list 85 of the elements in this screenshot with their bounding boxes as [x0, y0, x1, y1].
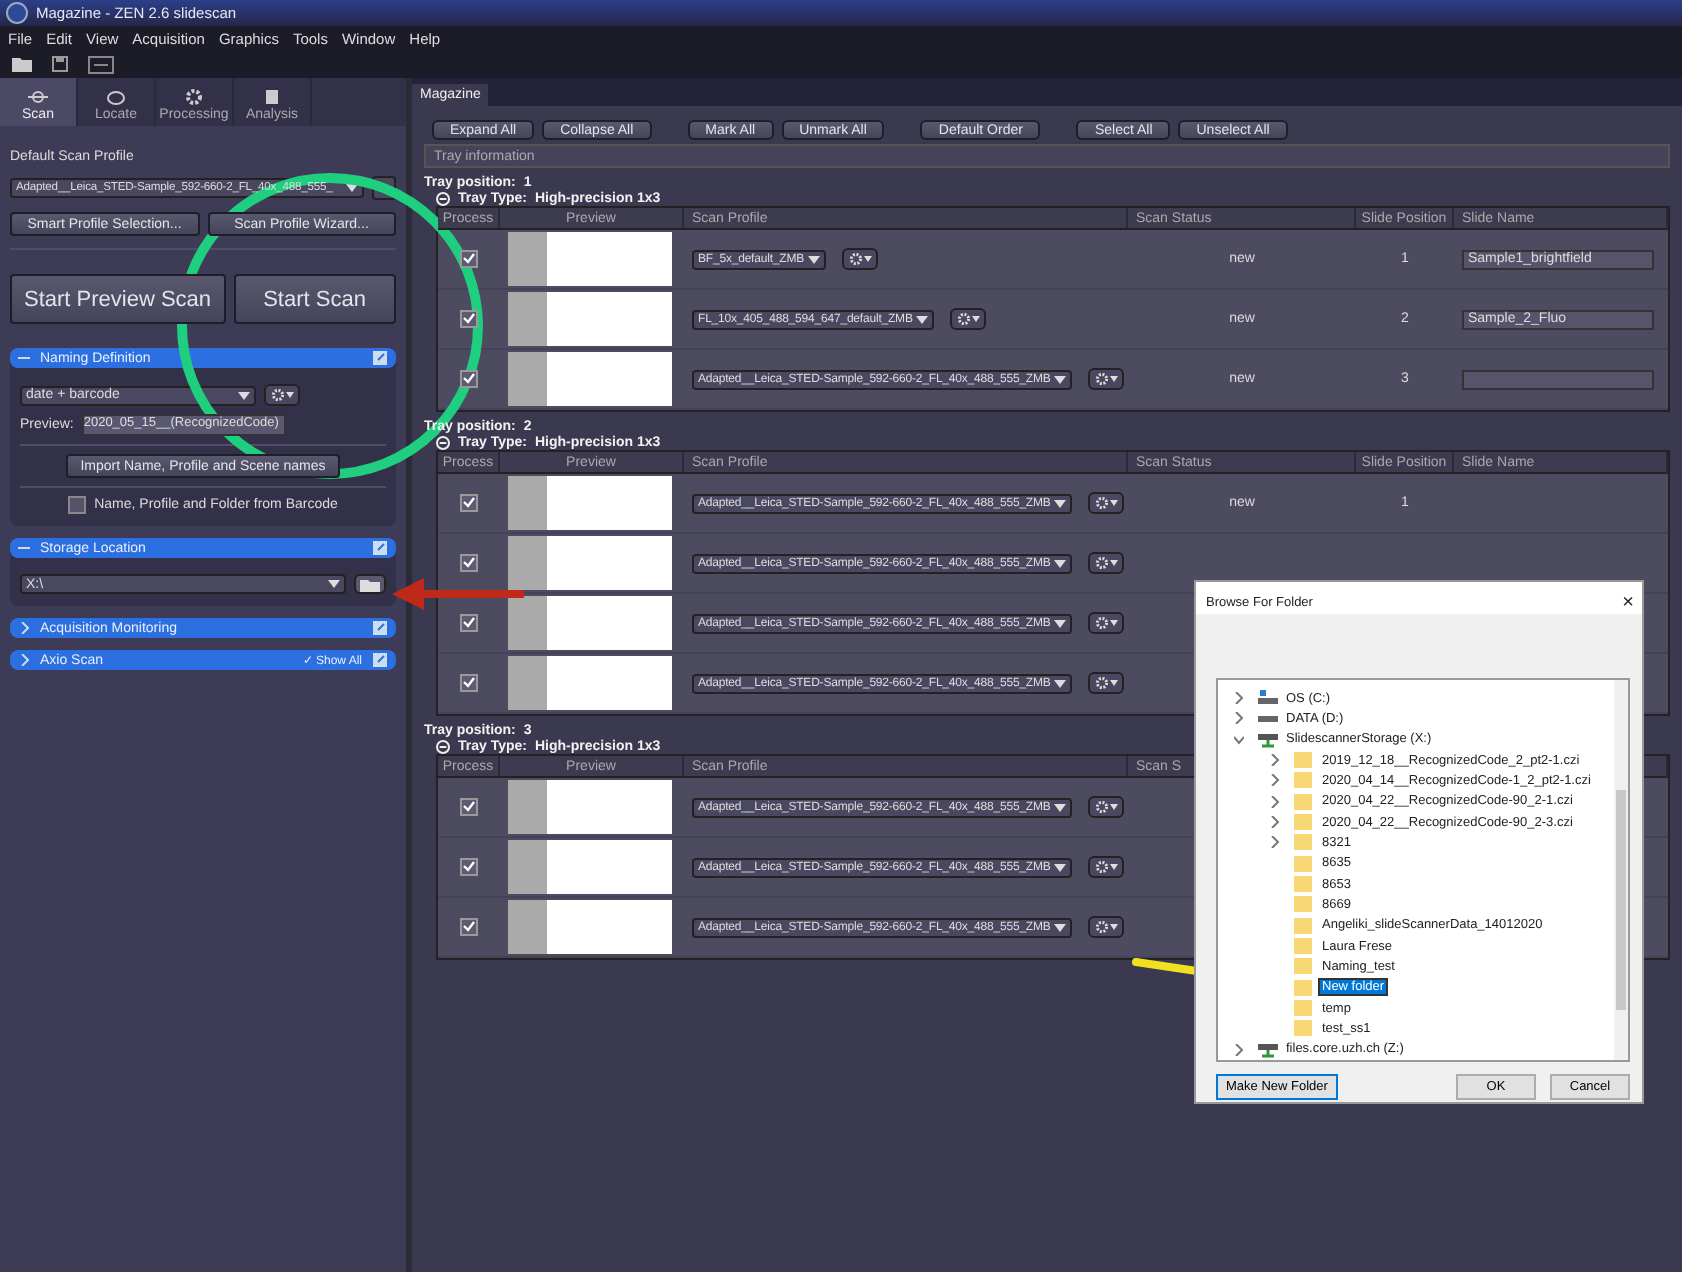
scan-button[interactable]: Start Preview Scan [10, 274, 226, 324]
browse-folder-button[interactable] [354, 574, 386, 594]
popout-icon[interactable] [372, 540, 388, 556]
save-icon[interactable] [52, 56, 68, 72]
caret-icon [1054, 923, 1067, 931]
gear-icon [182, 87, 206, 105]
checkmark-icon [462, 496, 476, 510]
annotation-arrow [392, 578, 524, 610]
folder-icon[interactable] [12, 56, 32, 72]
settings-dropdown[interactable] [1088, 492, 1125, 514]
checkbox[interactable] [460, 674, 478, 692]
settings-dropdown[interactable] [1088, 916, 1125, 938]
collapse-icon[interactable] [436, 740, 450, 754]
checkbox[interactable] [460, 370, 478, 388]
checkmark-icon [462, 676, 476, 690]
folder-icon [360, 577, 381, 591]
gear-icon [1093, 800, 1120, 814]
popout-icon[interactable] [372, 350, 388, 366]
checkbox[interactable] [460, 250, 478, 268]
expand-icon[interactable] [18, 622, 30, 634]
settings-dropdown[interactable] [1088, 796, 1125, 818]
caret-icon [346, 184, 358, 192]
crosshair-icon [26, 87, 50, 105]
checkbox[interactable] [460, 858, 478, 876]
gear-icon [1093, 556, 1120, 570]
caret-icon [328, 580, 341, 588]
gear-icon [1093, 372, 1120, 386]
checkbox[interactable] [460, 310, 478, 328]
close-button[interactable]: × [1622, 591, 1634, 613]
checkmark-icon [462, 312, 476, 326]
settings-dropdown[interactable] [842, 248, 878, 270]
settings-dropdown[interactable] [264, 384, 300, 406]
gear-icon [269, 388, 295, 402]
settings-dropdown[interactable] [1088, 368, 1125, 390]
checkmark-icon [462, 800, 476, 814]
caret-icon [238, 391, 250, 399]
window-icon[interactable] [88, 55, 114, 73]
block-icon [260, 87, 284, 105]
checkmark-icon [462, 372, 476, 386]
scan-button[interactable]: Start Scan [233, 274, 396, 324]
scrollbar[interactable] [1614, 680, 1628, 1060]
settings-dropdown[interactable] [950, 308, 987, 330]
checkmark-icon [462, 252, 476, 266]
network-drive-icon [1258, 731, 1278, 748]
caret-icon [1054, 619, 1067, 627]
checkmark-icon [462, 616, 476, 630]
checkbox[interactable] [68, 496, 87, 514]
caret-icon [1054, 559, 1067, 567]
gear-icon [847, 252, 873, 266]
app-logo-icon [6, 2, 28, 24]
checkmark-icon [462, 556, 476, 570]
settings-dropdown[interactable] [1088, 856, 1125, 878]
caret-icon [1054, 499, 1067, 507]
settings-dropdown[interactable] [1088, 552, 1125, 574]
checkbox[interactable] [460, 918, 478, 936]
checkbox[interactable] [460, 798, 478, 816]
caret-icon [916, 315, 929, 323]
gear-icon [1093, 860, 1120, 874]
checkbox[interactable] [460, 614, 478, 632]
dish-icon [104, 87, 128, 105]
gear-icon [1093, 676, 1120, 690]
drive-icon [1258, 710, 1278, 727]
caret-icon [1054, 375, 1067, 383]
checkbox[interactable] [460, 494, 478, 512]
gear-icon [1093, 496, 1120, 510]
caret-icon [1054, 679, 1067, 687]
collapse-icon[interactable] [436, 436, 450, 450]
expand-icon[interactable] [18, 654, 30, 666]
checkbox[interactable] [460, 554, 478, 572]
settings-dropdown[interactable] [1088, 672, 1125, 694]
network-drive-icon [1258, 1041, 1278, 1058]
popout-icon[interactable] [372, 620, 388, 636]
drive-icon [1258, 690, 1278, 707]
caret-icon [1054, 863, 1067, 871]
caret-icon [808, 255, 820, 263]
gear-icon [1093, 920, 1120, 934]
slide-name-field[interactable] [1462, 369, 1654, 389]
gear-icon [955, 312, 982, 326]
popout-icon[interactable] [372, 652, 388, 668]
checkmark-icon [462, 920, 476, 934]
settings-dropdown[interactable] [1088, 612, 1125, 634]
gear-icon [1093, 616, 1120, 630]
collapse-icon[interactable] [436, 192, 450, 206]
checkmark-icon [462, 860, 476, 874]
caret-icon [1054, 803, 1067, 811]
